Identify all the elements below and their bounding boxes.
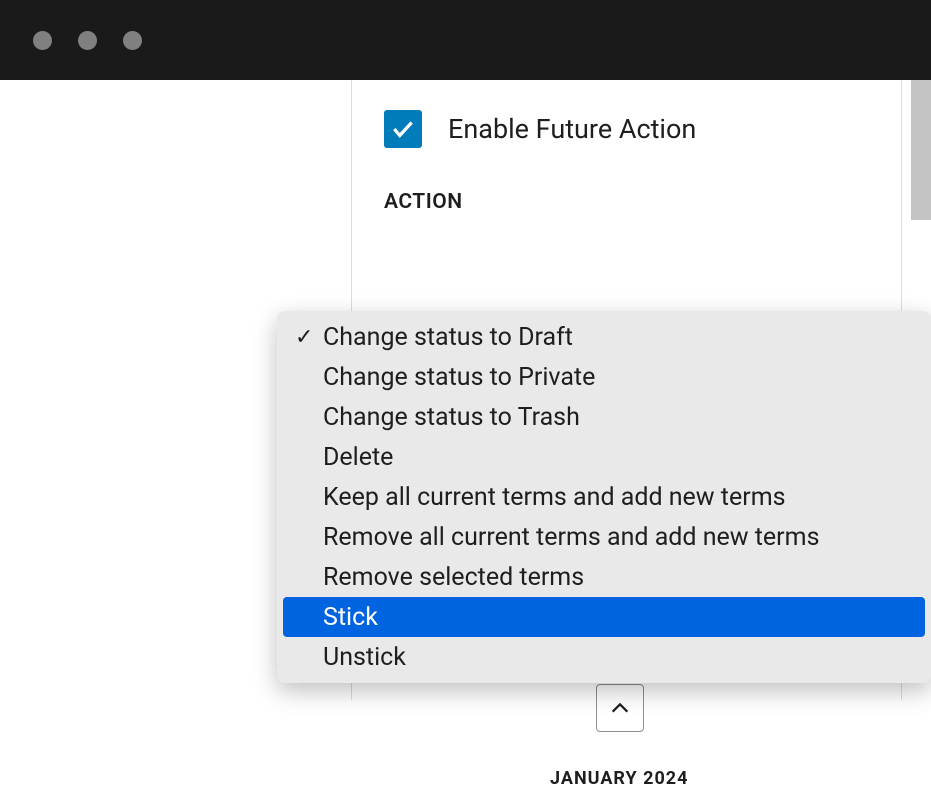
dropdown-item-label: Delete (323, 443, 393, 472)
dropdown-item[interactable]: ✓ Change status to Draft (283, 317, 925, 357)
dropdown-item-label: Change status to Trash (323, 403, 580, 432)
dropdown-item-label: Stick (323, 603, 378, 632)
dropdown-item-label: Unstick (323, 643, 406, 672)
dropdown-item[interactable]: Stick (283, 597, 925, 637)
dropdown-item-label: Change status to Private (323, 363, 595, 392)
enable-future-action-checkbox[interactable] (384, 110, 422, 148)
panel-scrollbar[interactable] (911, 80, 931, 220)
dropdown-item-label: Change status to Draft (323, 323, 573, 352)
dropdown-item[interactable]: Unstick (283, 637, 925, 677)
dropdown-item[interactable]: Delete (283, 437, 925, 477)
close-window-button[interactable] (33, 31, 52, 50)
calendar-month-label: JANUARY 2024 (550, 768, 688, 789)
dropdown-item[interactable]: Change status to Trash (283, 397, 925, 437)
dropdown-item-label: Keep all current terms and add new terms (323, 483, 786, 512)
check-icon (390, 116, 416, 142)
dropdown-item[interactable]: Keep all current terms and add new terms (283, 477, 925, 517)
dropdown-item[interactable]: Remove all current terms and add new ter… (283, 517, 925, 557)
window-titlebar (0, 0, 931, 80)
dropdown-item-label: Remove all current terms and add new ter… (323, 523, 819, 552)
action-dropdown-menu: ✓ Change status to Draft Change status to … (277, 311, 931, 683)
enable-future-action-row: Enable Future Action (384, 110, 869, 148)
minimize-window-button[interactable] (78, 31, 97, 50)
dropdown-item-label: Remove selected terms (323, 563, 584, 592)
enable-future-action-label: Enable Future Action (448, 113, 696, 145)
content-area: Enable Future Action ACTION ✓ Change stat… (0, 80, 931, 700)
dropdown-item[interactable]: Change status to Private (283, 357, 925, 397)
action-section-label: ACTION (384, 190, 869, 214)
chevron-up-icon (609, 697, 631, 719)
maximize-window-button[interactable] (123, 31, 142, 50)
checkmark-icon: ✓ (295, 325, 313, 350)
dropdown-item[interactable]: Remove selected terms (283, 557, 925, 597)
chevron-up-button[interactable] (596, 684, 644, 732)
